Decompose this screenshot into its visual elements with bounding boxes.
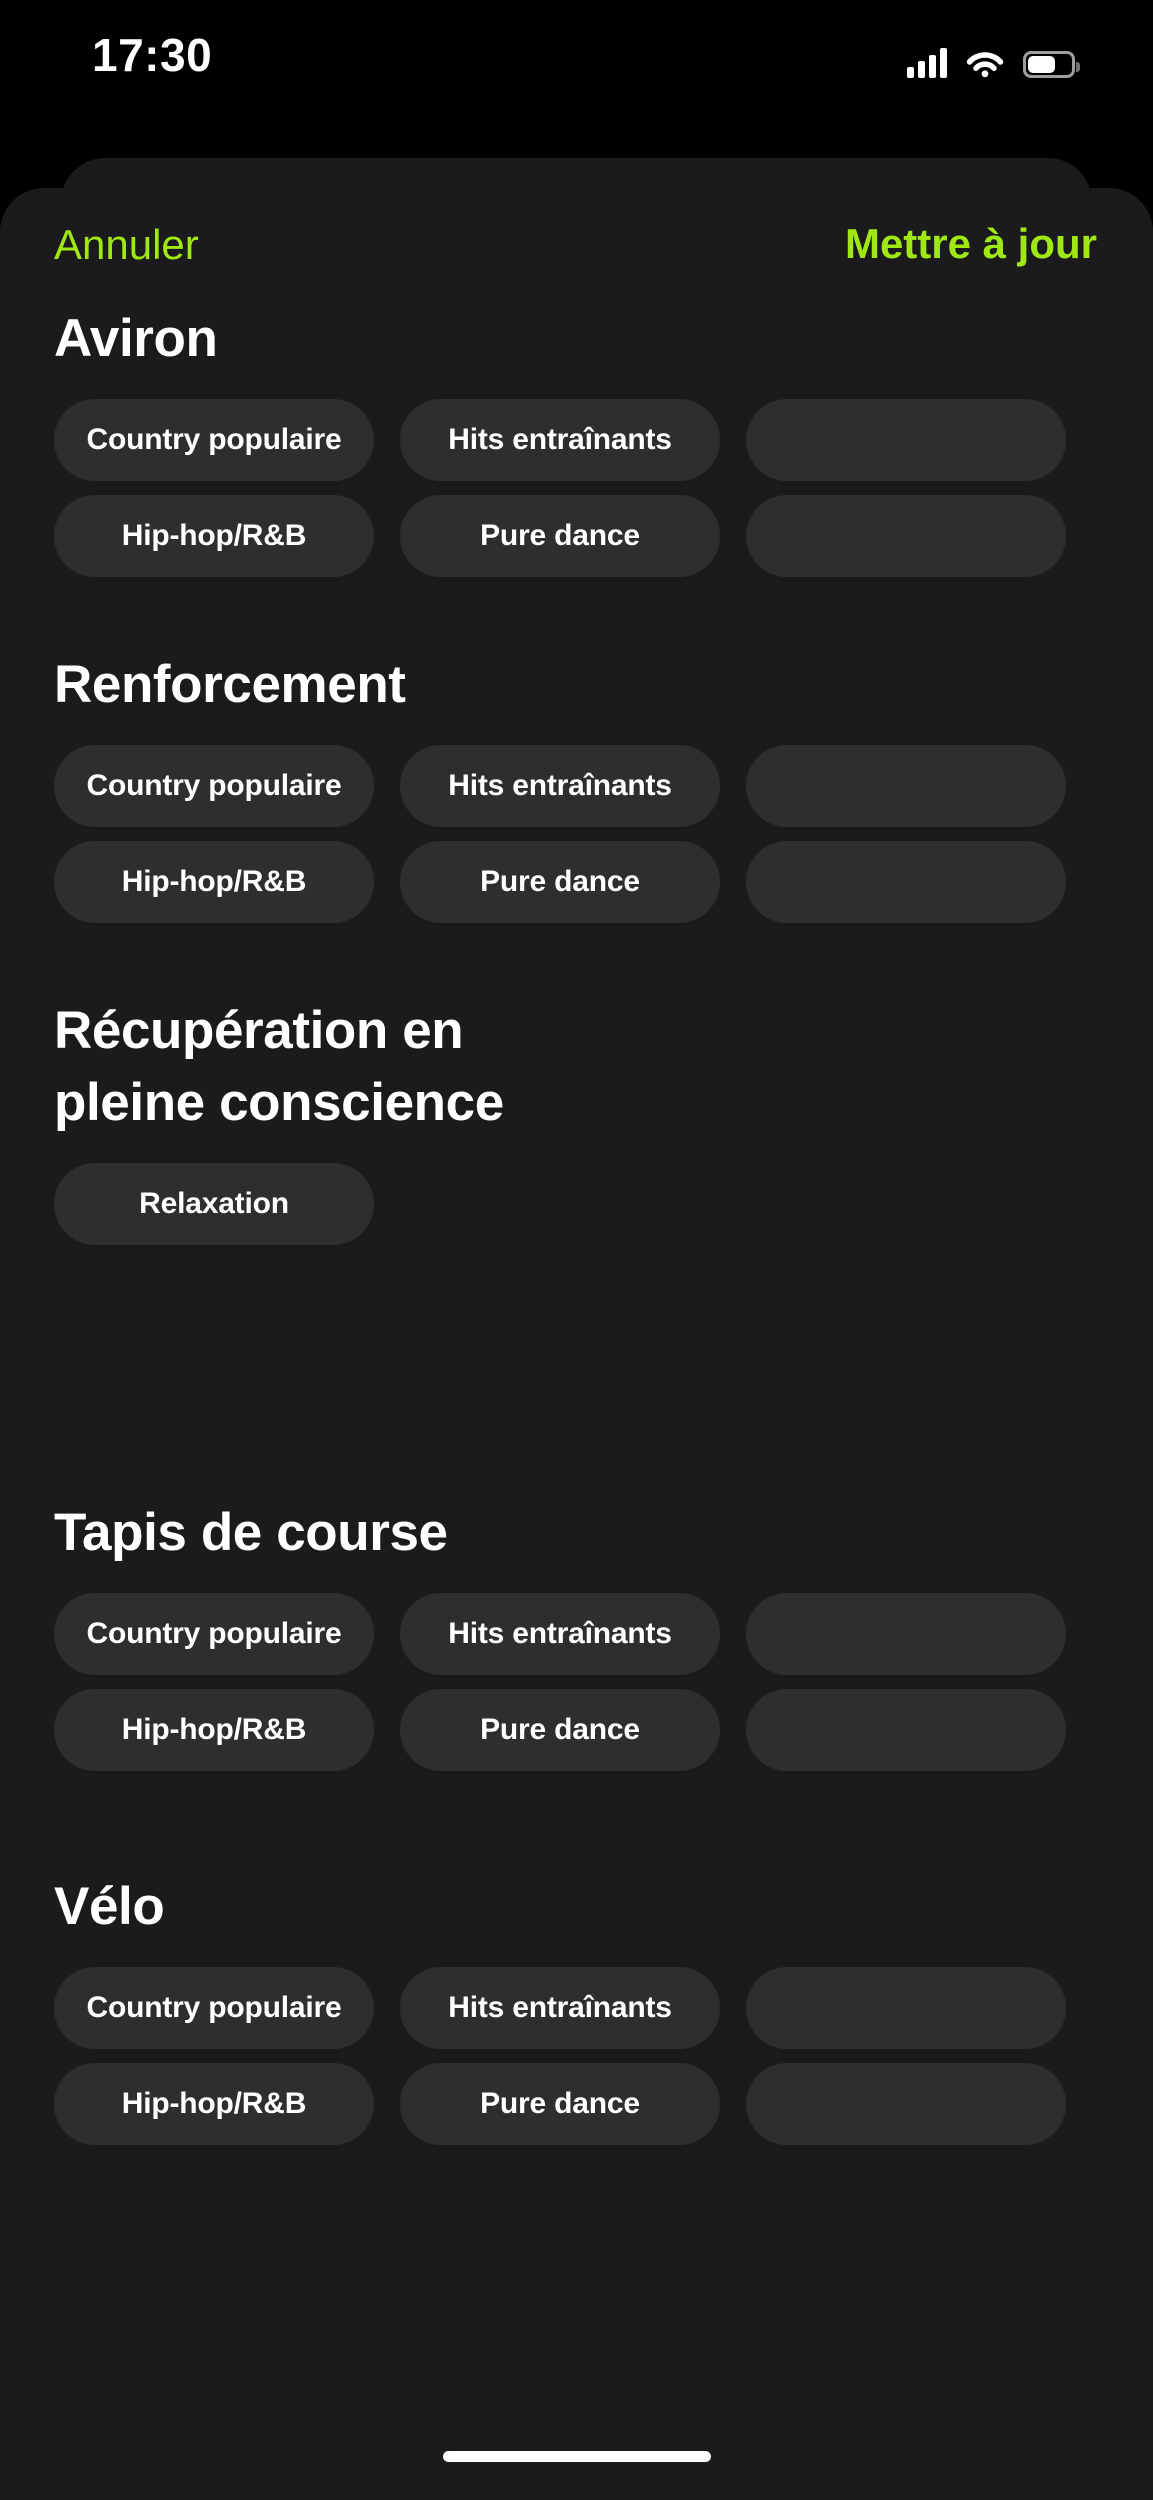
genre-chip[interactable]: Country populaire bbox=[54, 1593, 374, 1675]
workout-section: Récupération en pleine conscience Relaxat… bbox=[0, 995, 1153, 1245]
genre-chip-grid: Country populaire Hits entraînants Hip-hop… bbox=[0, 399, 1153, 577]
genre-chip-row: Country populaire Hits entraînants bbox=[0, 1593, 1153, 1675]
cancel-button[interactable]: Annuler bbox=[54, 220, 199, 270]
genre-chip[interactable]: Pure dance bbox=[400, 2063, 720, 2145]
genre-chip[interactable] bbox=[746, 399, 1066, 481]
music-preferences-sheet: Annuler Mettre à jour Aviron Country popu… bbox=[0, 188, 1153, 2500]
workout-section: Aviron Country populaire Hits entraînants H… bbox=[0, 303, 1153, 577]
genre-chip[interactable]: Country populaire bbox=[54, 399, 374, 481]
genre-chip-row: Hip-hop/R&B Pure dance bbox=[0, 2063, 1153, 2145]
genre-chip-grid: Country populaire Hits entraînants Hip-hop… bbox=[0, 1967, 1153, 2145]
genre-chip[interactable]: Hip-hop/R&B bbox=[54, 2063, 374, 2145]
genre-chip[interactable]: Pure dance bbox=[400, 841, 720, 923]
genre-chip[interactable] bbox=[746, 1967, 1066, 2049]
status-bar-time: 17:30 bbox=[92, 29, 213, 81]
genre-chip[interactable]: Hip-hop/R&B bbox=[54, 841, 374, 923]
genre-chip[interactable]: Hits entraînants bbox=[400, 1593, 720, 1675]
genre-chip-row: Country populaire Hits entraînants bbox=[0, 745, 1153, 827]
genre-chip-grid: Country populaire Hits entraînants Hip-hop… bbox=[0, 1593, 1153, 1771]
genre-chip[interactable]: Pure dance bbox=[400, 495, 720, 577]
battery-icon bbox=[1023, 51, 1080, 78]
phone-screen: 17:30 Annuler Mettre à jour Aviron Countr… bbox=[0, 0, 1153, 2500]
genre-chip[interactable]: Relaxation bbox=[54, 1163, 374, 1245]
update-button[interactable]: Mettre à jour bbox=[845, 219, 1097, 269]
cellular-signal-icon bbox=[907, 48, 947, 78]
genre-chip-row: Country populaire Hits entraînants bbox=[0, 1967, 1153, 2049]
section-title: Vélo bbox=[54, 1877, 165, 1936]
genre-chip[interactable]: Pure dance bbox=[400, 1689, 720, 1771]
genre-chip[interactable]: Hits entraînants bbox=[400, 399, 720, 481]
section-title: Tapis de course bbox=[54, 1503, 448, 1562]
section-title: Aviron bbox=[54, 309, 218, 368]
section-title: Récupération en pleine conscience bbox=[54, 1001, 504, 1132]
workout-section: Renforcement Country populaire Hits entraî… bbox=[0, 649, 1153, 923]
genre-chip[interactable]: Hits entraînants bbox=[400, 1967, 720, 2049]
genre-chip-row: Relaxation bbox=[0, 1163, 1153, 1245]
genre-chip-row: Hip-hop/R&B Pure dance bbox=[0, 841, 1153, 923]
wifi-icon bbox=[966, 52, 1004, 78]
genre-chip-grid: Relaxation bbox=[0, 1163, 1153, 1245]
genre-chip[interactable]: Country populaire bbox=[54, 1967, 374, 2049]
genre-chip[interactable]: Hits entraînants bbox=[400, 745, 720, 827]
genre-chip[interactable] bbox=[746, 1593, 1066, 1675]
genre-chip[interactable] bbox=[746, 2063, 1066, 2145]
genre-chip[interactable] bbox=[746, 841, 1066, 923]
sheet-header: Annuler Mettre à jour bbox=[0, 188, 1153, 303]
workout-section: Tapis de course Country populaire Hits ent… bbox=[0, 1497, 1153, 1771]
genre-chip-row: Hip-hop/R&B Pure dance bbox=[0, 495, 1153, 577]
genre-chip[interactable] bbox=[746, 1689, 1066, 1771]
status-bar-icons bbox=[907, 34, 1080, 78]
section-title: Renforcement bbox=[54, 655, 406, 714]
genre-chip[interactable]: Hip-hop/R&B bbox=[54, 1689, 374, 1771]
genre-chip[interactable] bbox=[746, 495, 1066, 577]
genre-chip-grid: Country populaire Hits entraînants Hip-hop… bbox=[0, 745, 1153, 923]
home-indicator bbox=[442, 2451, 711, 2462]
genre-chip[interactable] bbox=[746, 745, 1066, 827]
genre-chip-row: Hip-hop/R&B Pure dance bbox=[0, 1689, 1153, 1771]
status-bar: 17:30 bbox=[0, 0, 1153, 158]
genre-chip[interactable]: Hip-hop/R&B bbox=[54, 495, 374, 577]
genre-chip-row: Country populaire Hits entraînants bbox=[0, 399, 1153, 481]
genre-chip[interactable]: Country populaire bbox=[54, 745, 374, 827]
sections-scroll-area[interactable]: Aviron Country populaire Hits entraînants H… bbox=[0, 303, 1153, 2500]
workout-section: Vélo Country populaire Hits entraînants Hip… bbox=[0, 1871, 1153, 2145]
